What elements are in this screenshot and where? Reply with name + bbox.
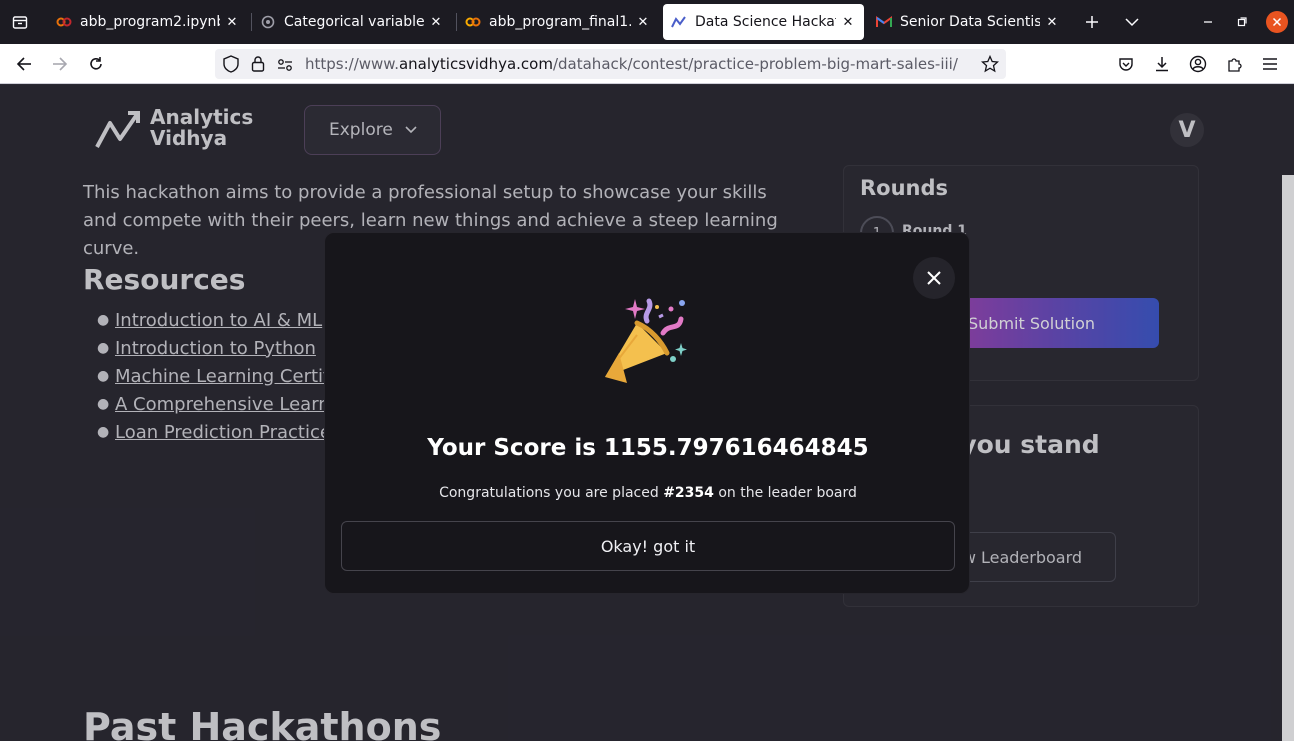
site-permissions-icon[interactable] [277, 57, 293, 76]
tab-abb-program2[interactable]: abb_program2.ipynb - ✕ [48, 4, 248, 40]
reload-icon[interactable] [84, 52, 108, 76]
browser-nav-bar: https://www.analyticsvidhya.com/datahack… [0, 44, 1294, 84]
close-tab-icon[interactable]: ✕ [840, 15, 856, 30]
url-prefix: https://www. [305, 55, 399, 73]
tab-title: abb_program_final1.ip [489, 14, 631, 30]
close-tab-icon[interactable]: ✕ [224, 15, 240, 30]
close-window-icon[interactable] [1266, 11, 1288, 33]
account-icon[interactable] [1186, 52, 1210, 76]
colab-icon [465, 14, 481, 30]
url-text[interactable]: https://www.analyticsvidhya.com/datahack… [305, 55, 958, 73]
score-text: Your Score is 1155.797616464845 [427, 435, 869, 461]
tab-title: Senior Data Scientist:: [900, 14, 1040, 30]
web-page: Analytics Vidhya Explore V This hackatho… [0, 85, 1294, 741]
url-path: /datahack/contest/practice-problem-big-m… [552, 55, 958, 73]
score-modal: Your Score is 1155.797616464845 Congratu… [324, 232, 970, 594]
forward-icon[interactable] [48, 52, 72, 76]
tab-title: Categorical variable m [284, 14, 424, 30]
close-icon [927, 271, 941, 285]
tab-categorical-variable[interactable]: Categorical variable m ✕ [252, 4, 452, 40]
tab-title: abb_program2.ipynb - [80, 14, 220, 30]
congrats-text: Congratulations you are placed #2354 on … [325, 485, 971, 501]
okay-got-it-button[interactable]: Okay! got it [341, 521, 955, 571]
tab-data-science-hackathon[interactable]: Data Science Hackatho ✕ [663, 4, 864, 40]
tracking-protection-icon[interactable] [223, 55, 239, 77]
colab-icon [56, 14, 72, 30]
party-popper-icon [605, 298, 687, 383]
bookmark-star-icon[interactable] [980, 54, 1000, 77]
close-tab-icon[interactable]: ✕ [1044, 15, 1060, 30]
congrats-prefix: Congratulations you are placed [439, 485, 664, 501]
url-domain: analyticsvidhya.com [398, 55, 553, 73]
analytics-vidhya-icon [671, 14, 687, 30]
tab-abb-program-final1[interactable]: abb_program_final1.ip ✕ [457, 4, 659, 40]
back-icon[interactable] [12, 52, 36, 76]
downloads-icon[interactable] [1150, 52, 1174, 76]
tab-title: Data Science Hackatho [695, 14, 836, 30]
openai-icon [260, 14, 276, 30]
close-modal-button[interactable] [913, 257, 955, 299]
congrats-suffix: on the leader board [713, 485, 857, 501]
leaderboard-rank: #2354 [663, 485, 714, 501]
close-tab-icon[interactable]: ✕ [635, 15, 651, 30]
pocket-icon[interactable] [1114, 52, 1138, 76]
tab-overview-icon[interactable] [8, 10, 32, 34]
extensions-icon[interactable] [1222, 52, 1246, 76]
restore-icon[interactable] [1232, 12, 1252, 32]
menu-icon[interactable] [1258, 52, 1282, 76]
minimize-icon[interactable] [1198, 12, 1218, 32]
gmail-icon [876, 14, 892, 30]
close-tab-icon[interactable]: ✕ [428, 15, 444, 30]
list-all-tabs-icon[interactable] [1120, 10, 1144, 34]
lock-icon[interactable] [251, 55, 265, 76]
new-tab-icon[interactable] [1080, 10, 1104, 34]
url-bar[interactable]: https://www.analyticsvidhya.com/datahack… [215, 49, 1006, 79]
tab-senior-data-scientist[interactable]: Senior Data Scientist:: ✕ [868, 4, 1068, 40]
browser-tab-bar: abb_program2.ipynb - ✕ Categorical varia… [0, 0, 1294, 44]
